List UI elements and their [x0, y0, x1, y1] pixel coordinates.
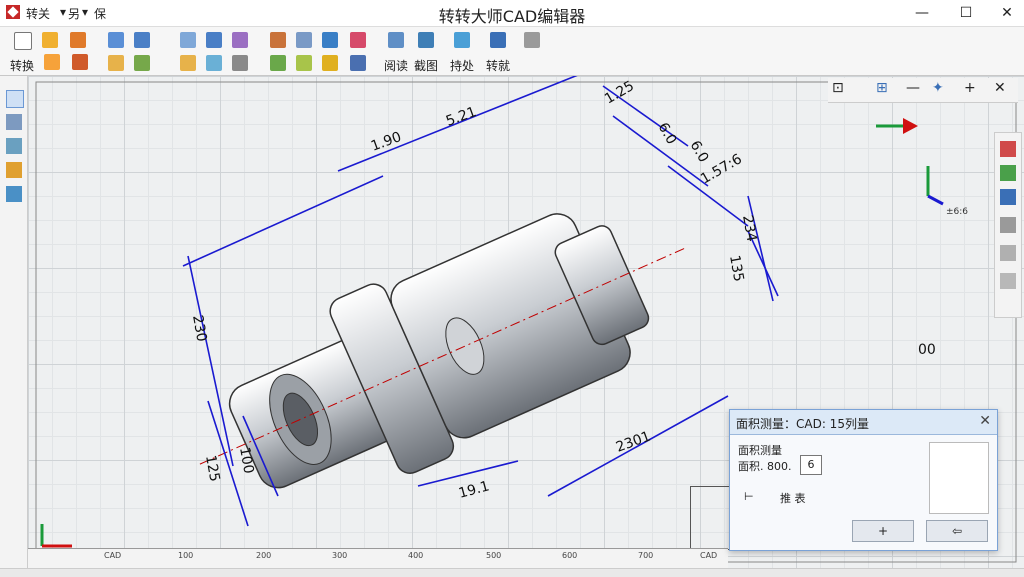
layers-icon[interactable]: [1000, 165, 1016, 181]
transfer-label[interactable]: 转就: [486, 57, 510, 74]
pin-icon[interactable]: ✦: [932, 80, 944, 96]
minimize-icon[interactable]: —: [900, 1, 944, 25]
dim-label-8: 135: [726, 254, 746, 283]
block-icon[interactable]: [322, 55, 338, 71]
ruler-tick: 500: [486, 551, 502, 560]
select-tool-icon[interactable]: [6, 90, 24, 108]
read-label[interactable]: 阅读: [384, 57, 408, 74]
left-toolbar: [0, 76, 28, 576]
ribbon-toolbar: 转换 阅读 截图 持处 转就: [0, 27, 1024, 76]
measure-icon[interactable]: [270, 55, 286, 71]
area-value-input[interactable]: 6: [800, 455, 822, 475]
convert-label[interactable]: 转换: [10, 57, 34, 74]
dialog-close-icon[interactable]: ✕: [979, 413, 991, 429]
dialog-row-icon: ⊢: [744, 490, 754, 503]
area-measure-dialog: 面积测量：CAD: 15列量 ✕ 面积测量 面积. 800. 6 ⊢ 推 表 +…: [729, 409, 998, 551]
ruler-tick: 300: [332, 551, 348, 560]
horizontal-ruler: CAD 100 200 300 400 500 600 700 CAD: [28, 548, 728, 569]
dialog-area-label: 面积. 800.: [738, 460, 792, 473]
panel-close-icon[interactable]: ✕: [994, 80, 1006, 96]
pencil-tool-icon[interactable]: [6, 162, 22, 178]
pan-icon[interactable]: [454, 32, 470, 48]
dialog-header: 面积测量：CAD: 15列量 ✕: [730, 410, 997, 435]
right-tool-panel: [994, 132, 1022, 318]
maximize-icon[interactable]: ☐: [944, 1, 988, 25]
open-folder-icon[interactable]: [42, 32, 58, 48]
mirror-icon[interactable]: [206, 55, 222, 71]
read-mode-icon[interactable]: [388, 32, 404, 48]
layer-icon[interactable]: [270, 32, 286, 48]
dialog-add-button[interactable]: +: [852, 520, 914, 542]
new-file-icon[interactable]: [14, 32, 32, 50]
dialog-back-button[interactable]: ⇦: [926, 520, 988, 542]
close-icon[interactable]: ✕: [985, 1, 1024, 25]
undo-icon[interactable]: [180, 32, 196, 48]
text-tool-icon[interactable]: [322, 32, 338, 48]
right-view-label: 00: [918, 342, 936, 358]
dialog-row-label: 推 表: [780, 492, 806, 505]
transfer-icon[interactable]: [490, 32, 506, 48]
rotate-icon[interactable]: [180, 55, 196, 71]
settings-side-icon[interactable]: [1000, 273, 1016, 289]
dim-label-12: 2301: [614, 429, 653, 456]
edit-icon[interactable]: [232, 32, 248, 48]
ruler-tick: CAD: [104, 551, 122, 560]
dialog-line-1: 面积测量: [738, 444, 782, 457]
line-tool-icon[interactable]: [108, 32, 124, 48]
ruler-tick: 100: [178, 551, 194, 560]
dim-label-7: 234: [739, 214, 759, 243]
print-icon[interactable]: [72, 54, 88, 70]
title-bar: 转关 ▾ 另 ▾ 保 转转大师CAD编辑器 — ☐ ✕: [0, 0, 1024, 27]
dim-label-5: 6.0: [687, 138, 712, 165]
extra-tool-icon[interactable]: [524, 32, 540, 48]
minus-icon[interactable]: —: [906, 80, 920, 96]
title-block: [690, 486, 732, 550]
zoom-tool-icon[interactable]: [134, 32, 150, 48]
layer-manager-icon[interactable]: [296, 32, 312, 48]
dialog-list-box[interactable]: [929, 442, 989, 514]
link-icon[interactable]: [1000, 245, 1016, 261]
brush-side-icon[interactable]: [1000, 217, 1016, 233]
hold-label[interactable]: 持处: [450, 57, 474, 74]
ruler-tick: 200: [256, 551, 272, 560]
dim-label-9: 230: [189, 314, 209, 343]
dimension-icon[interactable]: [296, 55, 312, 71]
grid-icon[interactable]: ⊞: [876, 80, 888, 96]
screenshot-icon[interactable]: [418, 32, 434, 48]
dim-label-2: 5.21: [444, 104, 479, 130]
ruler-tick: 400: [408, 551, 424, 560]
palette-icon[interactable]: [1000, 141, 1016, 157]
screenshot-label[interactable]: 截图: [414, 57, 438, 74]
dialog-title: 面积测量：CAD: 15列量: [736, 417, 869, 431]
dim-label-11: 100: [236, 446, 256, 475]
save-icon[interactable]: [70, 32, 86, 48]
dim-label-10: 125: [202, 454, 222, 483]
view-scale-label: ±6:6: [946, 207, 968, 217]
ruler-tick: 700: [638, 551, 654, 560]
axis-cone-icon: [903, 118, 918, 134]
color-icon[interactable]: [350, 32, 366, 48]
add-icon[interactable]: +: [964, 80, 976, 96]
brush-tool-icon[interactable]: [6, 186, 22, 202]
mechanical-part[interactable]: [161, 162, 722, 551]
view-toolset: ⊡ ⊞ — ✦ + ✕: [828, 78, 1018, 103]
window-title: 转转大师CAD编辑器: [438, 7, 586, 26]
orbit-tool-icon[interactable]: [6, 138, 22, 154]
ruler-tick: CAD: [700, 551, 718, 560]
blocks-icon[interactable]: [1000, 189, 1016, 205]
layout-icon[interactable]: ⊡: [832, 80, 844, 96]
axis-z-icon: [927, 194, 944, 206]
copy-tool-icon[interactable]: [134, 55, 150, 71]
ruler-tick: 600: [562, 551, 578, 560]
property-icon[interactable]: [350, 55, 366, 71]
scale-icon[interactable]: [232, 55, 248, 71]
view-tool-icon[interactable]: [6, 114, 22, 130]
export-icon[interactable]: [44, 54, 60, 70]
dim-label-13: 19.1: [457, 478, 491, 502]
move-tool-icon[interactable]: [108, 55, 124, 71]
redo-icon[interactable]: [206, 32, 222, 48]
